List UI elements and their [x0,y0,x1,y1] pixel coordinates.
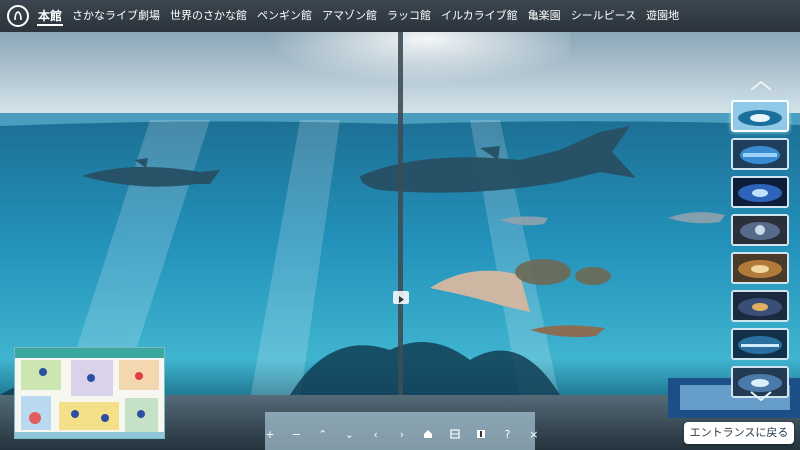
viewer-toolbar: + − ⌃ ⌄ ‹ › ? × [262,426,542,442]
nav-tab-seal-piece[interactable]: シールピース [566,0,641,32]
scene-thumbnail[interactable] [731,138,789,170]
map-icon[interactable] [447,426,463,442]
zoom-in-icon[interactable]: + [262,426,278,442]
nav-tab-amazon-hall[interactable]: アマゾン館 [317,0,382,32]
info-icon[interactable] [473,426,489,442]
scene-thumbnail[interactable] [731,252,789,284]
nav-tab-penguin-hall[interactable]: ペンギン館 [252,0,317,32]
up-arrow-icon[interactable]: ⌃ [315,426,331,442]
scene-thumbnail[interactable] [731,176,789,208]
home-icon[interactable] [420,426,436,442]
scene-thumbnail[interactable] [731,100,789,132]
nav-tab-world-fish-hall[interactable]: 世界のさかな館 [165,0,252,32]
close-icon[interactable]: × [526,426,542,442]
right-arrow-icon[interactable]: › [394,426,410,442]
scene-thumbnail-strip [731,100,789,404]
down-arrow-icon[interactable]: ⌄ [341,426,357,442]
nav-tab-fish-live-theater[interactable]: さかなライブ劇場 [67,0,165,32]
floor-map-icon[interactable] [14,347,165,439]
scene-thumbnail[interactable] [731,290,789,322]
chevron-up-icon[interactable] [746,78,776,98]
top-navigation-bar: 本館 さかなライブ劇場 世界のさかな館 ペンギン館 アマゾン館 ラッコ館 イルカ… [0,0,800,32]
nav-tab-sea-otter-hall[interactable]: ラッコ館 [382,0,436,32]
chevron-down-icon[interactable] [746,388,776,408]
aquarium-logo-icon[interactable] [7,5,29,27]
back-to-entrance-button[interactable]: エントランスに戻る [684,422,794,444]
scene-thumbnail[interactable] [731,214,789,246]
zoom-out-icon[interactable]: − [288,426,304,442]
nav-tab-amusement-park[interactable]: 遊園地 [641,0,684,32]
nav-tab-dolphin-live-hall[interactable]: イルカライブ館 [436,0,523,32]
nav-tab-turtle-park[interactable]: 亀楽園 [523,0,566,32]
nav-tab-main-building[interactable]: 本館 [33,0,67,32]
scene-thumbnail[interactable] [731,328,789,360]
play-icon[interactable] [393,291,409,304]
left-arrow-icon[interactable]: ‹ [368,426,384,442]
help-icon[interactable]: ? [500,426,516,442]
